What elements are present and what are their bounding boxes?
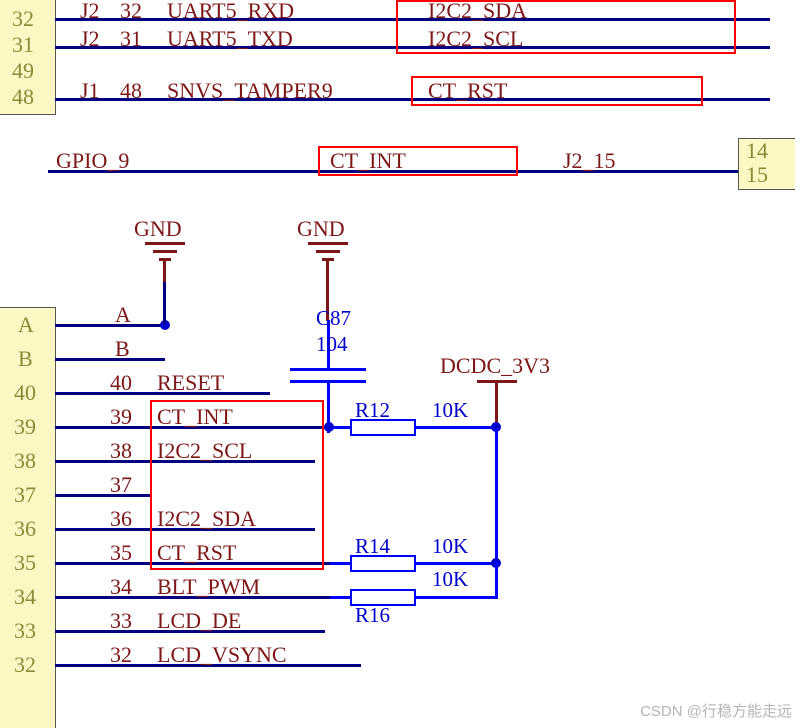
cap-ref: C87 (316, 306, 351, 331)
pin-num: 48 (12, 84, 34, 110)
pin-num: 36 (14, 516, 36, 542)
pin-num: 32 (12, 6, 34, 32)
res-ref: R14 (355, 534, 390, 559)
net-num: 48 (120, 78, 142, 104)
power-label: DCDC_3V3 (440, 353, 550, 379)
net-num: 32 (120, 0, 142, 24)
pin-num: 40 (14, 380, 36, 406)
wire (330, 562, 350, 565)
wire (416, 426, 498, 429)
net-sig: I2C2_SDA (157, 506, 256, 532)
pin-label: 35 (110, 540, 132, 566)
pin-label: 32 (110, 642, 132, 668)
net-sig: UART5_RXD (167, 0, 294, 24)
pin-num: 39 (14, 414, 36, 440)
pin-num: A (18, 312, 34, 338)
net-sig: UART5_TXD (167, 26, 293, 52)
net-sig: I2C2_SCL (157, 438, 252, 464)
pin-label: 38 (110, 438, 132, 464)
pin-num: 38 (14, 448, 36, 474)
net-num: 31 (120, 26, 142, 52)
pin-num: 49 (12, 58, 34, 84)
net-ref: J2 (80, 0, 100, 24)
junction-dot (324, 422, 334, 432)
res-ref: R16 (355, 603, 390, 628)
net-wire (55, 358, 165, 361)
net-alt: CT_RST (428, 78, 507, 104)
cap-val: 104 (316, 332, 348, 357)
gnd-label: GND (297, 216, 345, 242)
pin-label: 34 (110, 574, 132, 600)
res-val: 10K (432, 534, 468, 559)
net-sig: CT_RST (157, 540, 236, 566)
gpio-left: GPIO_9 (56, 148, 129, 174)
net-sig: CT_INT (157, 404, 233, 430)
wire (416, 596, 498, 599)
capacitor-plate (290, 368, 366, 371)
pin-num: 14 (746, 138, 768, 164)
res-val: 10K (432, 567, 468, 592)
net-wire (55, 46, 770, 49)
gnd-symbol (308, 242, 348, 282)
gnd-symbol (145, 242, 185, 282)
pin-num: 31 (12, 32, 34, 58)
net-wire (55, 324, 165, 327)
pin-label: 33 (110, 608, 132, 634)
net-ref: J2 (80, 26, 100, 52)
gnd-label: GND (134, 216, 182, 242)
pin-num: 37 (14, 482, 36, 508)
net-ref: J1 (80, 78, 100, 104)
gpio-right: J2_15 (563, 148, 616, 174)
res-val: 10K (432, 398, 468, 423)
pin-label: 36 (110, 506, 132, 532)
net-sig: LCD_DE (157, 608, 241, 634)
pin-label: 37 (110, 472, 132, 498)
pin-num: 32 (14, 652, 36, 678)
pin-num: 34 (14, 584, 36, 610)
net-wire (163, 282, 166, 324)
watermark: CSDN @行稳方能走远 (640, 700, 792, 721)
pin-num: 15 (746, 162, 768, 188)
pin-label: 39 (110, 404, 132, 430)
net-wire (55, 98, 770, 101)
wire (416, 562, 498, 565)
pin-label: B (115, 336, 130, 362)
net-wire (55, 18, 770, 21)
net-sig: SNVS_TAMPER9 (167, 78, 333, 104)
net-sig: BLT_PWM (157, 574, 260, 600)
pin-num: 35 (14, 550, 36, 576)
pin-num: B (18, 346, 33, 372)
net-alt: I2C2_SDA (428, 0, 527, 24)
net-alt: I2C2_SCL (428, 26, 523, 52)
net-sig: RESET (157, 370, 224, 396)
net-wire (55, 494, 150, 497)
pin-label: 40 (110, 370, 132, 396)
wire (330, 596, 350, 599)
pin-label: A (115, 302, 131, 328)
gpio-mid: CT_INT (330, 148, 406, 174)
wire (495, 562, 498, 599)
res-ref: R12 (355, 398, 390, 423)
net-sig: LCD_VSYNC (157, 642, 287, 668)
pin-num: 33 (14, 618, 36, 644)
